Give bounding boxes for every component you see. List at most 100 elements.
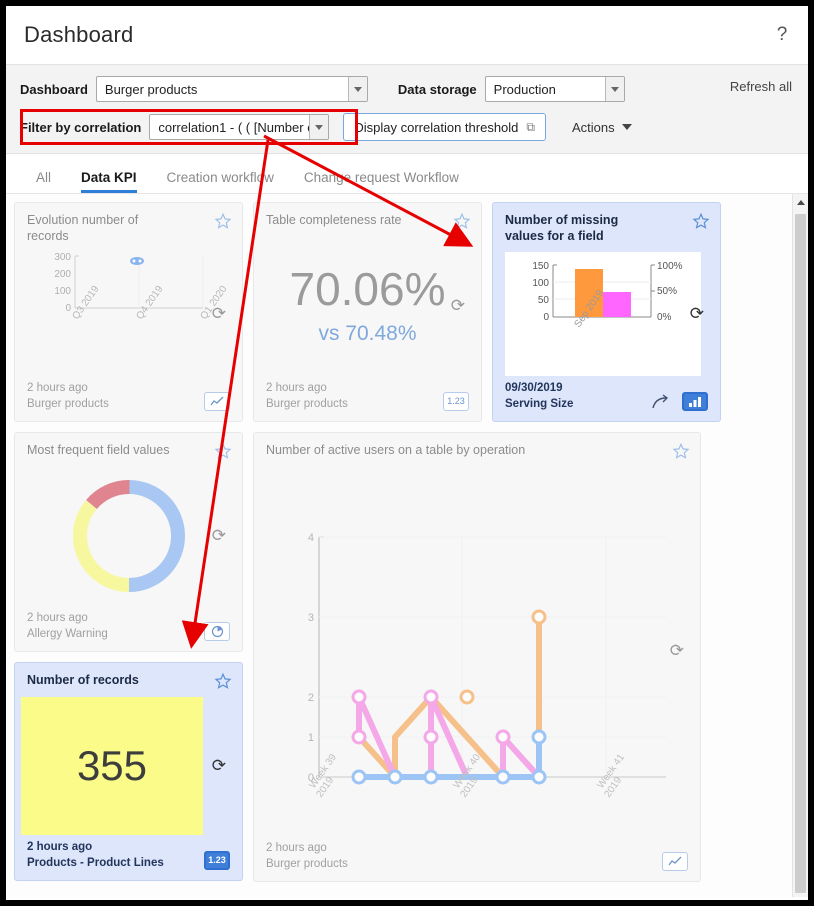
filter-correlation-label: Filter by correlation <box>20 119 142 135</box>
widget-card-table-completeness-rate[interactable]: Table completeness rate 70.06% vs 70.48%… <box>253 202 482 422</box>
svg-text:0%: 0% <box>657 312 672 323</box>
card-source: Serving Size <box>505 398 574 411</box>
card-chart-area: 150 100 50 0 100% 50% 0% Sep 2019 ⟳ <box>505 248 708 379</box>
storage-select-value: Production <box>493 81 556 97</box>
refresh-icon[interactable]: ⟳ <box>212 526 226 546</box>
tab-bar: All Data KPI Creation workflow Change re… <box>6 154 808 194</box>
scatter-chart-evolution: 300 200 100 0 Q3 2019 Q4 2019 Q1 2020 <box>27 248 230 379</box>
widget-card-most-frequent-field-values[interactable]: Most frequent field values ⟳ 2 hours ago… <box>14 432 243 652</box>
card-title: Number of missing values for a field <box>505 213 619 243</box>
chevron-down-icon <box>604 77 624 101</box>
widget-card-number-of-active-users[interactable]: Number of active users on a table by ope… <box>253 432 701 882</box>
svg-text:3: 3 <box>308 612 314 624</box>
refresh-icon[interactable]: ⟳ <box>212 756 226 776</box>
dashboard-board: Evolution number of records 300 200 100 … <box>6 194 808 897</box>
dashboard-select[interactable]: Burger products <box>95 76 368 102</box>
svg-text:1: 1 <box>308 732 314 744</box>
svg-text:0: 0 <box>65 303 71 314</box>
storage-select[interactable]: Production <box>484 76 625 102</box>
svg-text:0: 0 <box>543 312 549 323</box>
svg-text:200: 200 <box>54 269 71 280</box>
svg-text:100: 100 <box>54 286 71 297</box>
card-timestamp: 2 hours ago <box>266 381 327 394</box>
svg-text:4: 4 <box>308 532 314 544</box>
star-outline-icon[interactable] <box>214 442 232 460</box>
refresh-icon[interactable]: ⟳ <box>670 641 684 661</box>
card-footer: 2 hours ago Products - Product Lines 1.2… <box>27 839 230 872</box>
refresh-icon[interactable]: ⟳ <box>451 296 465 316</box>
card-chart-area: 4 3 2 1 0 Week 39 2019 Week 40 2019 Week… <box>266 463 688 840</box>
widget-grid: Evolution number of records 300 200 100 … <box>14 202 782 882</box>
dashboard-select-label: Dashboard <box>20 81 88 97</box>
toolbar: Dashboard Burger products Data storage P… <box>6 64 808 154</box>
share-arrow-icon[interactable] <box>652 394 672 412</box>
number-icon[interactable]: 1.23 <box>204 851 230 870</box>
card-title: Table completeness rate <box>266 213 402 227</box>
scrollbar-thumb[interactable] <box>795 214 806 893</box>
card-source: Burger products <box>266 858 348 871</box>
star-outline-icon[interactable] <box>692 212 710 230</box>
kpi-block: 70.06% vs 70.48% <box>289 266 445 346</box>
card-timestamp: 2 hours ago <box>266 841 327 854</box>
card-timestamp: 2 hours ago <box>27 840 93 853</box>
line-chart-icon[interactable] <box>204 392 230 411</box>
widget-card-number-of-missing-values[interactable]: Number of missing values for a field 150… <box>492 202 721 422</box>
card-kpi-area: 355 ⟳ <box>21 693 230 839</box>
card-title: Evolution number of records <box>27 213 139 243</box>
card-footer: 2 hours ago Burger products <box>266 840 688 873</box>
tab-change-request-workflow[interactable]: Change request Workflow <box>304 170 459 193</box>
chevron-up-icon[interactable] <box>793 194 808 210</box>
star-outline-icon[interactable] <box>214 672 232 690</box>
actions-button-label: Actions <box>571 119 615 135</box>
card-footer: 2 hours ago Burger products 1.23 <box>266 380 469 413</box>
help-icon[interactable]: ? <box>772 24 792 46</box>
filter-correlation-value: correlation1 - ( ( [Number of <box>158 119 319 135</box>
external-link-icon: ⧉ <box>526 119 535 134</box>
widget-card-number-of-records[interactable]: Number of records 355 ⟳ 2 hours ago Prod… <box>14 662 243 881</box>
tab-all[interactable]: All <box>36 170 51 193</box>
bar-chart-icon[interactable] <box>682 392 708 411</box>
refresh-icon[interactable]: ⟳ <box>212 304 226 324</box>
kpi-value: 355 <box>76 741 148 789</box>
card-title: Most frequent field values <box>27 443 170 457</box>
chevron-down-icon <box>621 124 632 130</box>
widget-card-evolution-number-of-records[interactable]: Evolution number of records 300 200 100 … <box>14 202 243 422</box>
card-footer: 2 hours ago Allergy Warning <box>27 610 230 643</box>
svg-text:300: 300 <box>54 252 71 263</box>
card-source: Products - Product Lines <box>27 857 164 870</box>
donut-chart-most-frequent-values <box>27 463 230 610</box>
threshold-button-label: Display correlation threshold <box>354 119 519 135</box>
card-footer: 2 hours ago Burger products <box>27 380 230 413</box>
line-chart-active-users: 4 3 2 1 0 Week 39 2019 Week 40 2019 Week… <box>266 463 688 840</box>
vertical-scrollbar[interactable] <box>792 194 808 897</box>
star-outline-icon[interactable] <box>453 212 471 230</box>
tab-data-kpi[interactable]: Data KPI <box>81 170 137 193</box>
kpi-comparison: vs 70.48% <box>318 322 417 346</box>
filter-correlation-select[interactable]: correlation1 - ( ( [Number of <box>149 114 330 140</box>
star-outline-icon[interactable] <box>214 212 232 230</box>
page-title: Dashboard <box>24 22 134 47</box>
chevron-down-icon <box>347 77 367 101</box>
display-correlation-threshold-button[interactable]: Display correlation threshold ⧉ <box>343 113 546 141</box>
svg-text:2: 2 <box>308 692 314 704</box>
line-chart-icon[interactable] <box>662 852 688 871</box>
card-chart-area: 300 200 100 0 Q3 2019 Q4 2019 Q1 2020 ⟳ <box>27 248 230 379</box>
svg-text:150: 150 <box>532 261 549 272</box>
pie-chart-icon[interactable] <box>204 622 230 641</box>
storage-select-label: Data storage <box>397 81 477 97</box>
actions-menu-button[interactable]: Actions <box>572 120 632 135</box>
number-icon[interactable]: 1.23 <box>443 392 469 411</box>
card-source: Burger products <box>266 398 348 411</box>
tab-creation-workflow[interactable]: Creation workflow <box>167 170 274 193</box>
card-timestamp: 2 hours ago <box>27 381 88 394</box>
kpi-value: 70.06% <box>289 263 446 316</box>
refresh-all-button[interactable]: Refresh all <box>730 79 792 94</box>
card-kpi-area: 70.06% vs 70.48% ⟳ <box>266 233 469 380</box>
chevron-down-icon <box>309 115 329 139</box>
title-bar: Dashboard ? <box>6 6 808 64</box>
card-footer: 09/30/2019 Serving Size <box>505 380 708 413</box>
refresh-icon[interactable]: ⟳ <box>690 304 704 324</box>
kpi-value-box: 355 <box>21 696 203 835</box>
svg-text:100: 100 <box>532 278 549 289</box>
svg-text:50: 50 <box>538 295 550 306</box>
